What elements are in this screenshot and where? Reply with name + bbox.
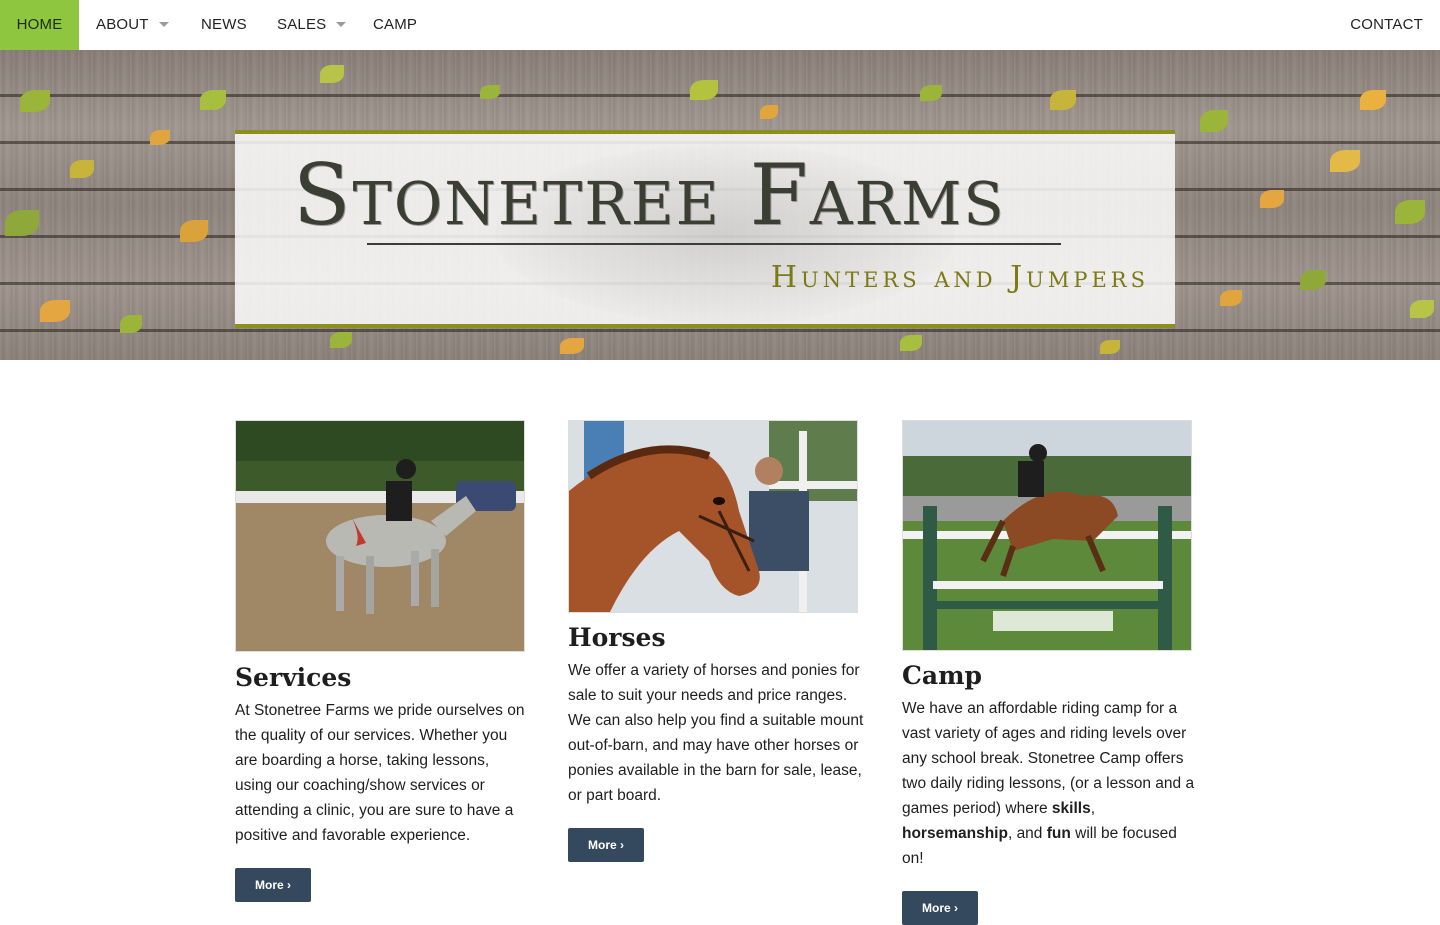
- leaf-decoration: [1050, 90, 1076, 110]
- horses-photo[interactable]: [568, 420, 858, 613]
- card-title: Services: [235, 663, 352, 692]
- top-navigation: HOME ABOUT NEWS SALES CAMP CONTACT: [0, 0, 1440, 50]
- leaf-decoration: [1260, 190, 1284, 208]
- card-description: We offer a variety of horses and ponies …: [568, 662, 864, 804]
- leaf-decoration: [1410, 300, 1434, 318]
- leaf-decoration: [330, 332, 352, 348]
- nav-about-label: ABOUT: [96, 16, 149, 33]
- logo-subtitle: Hunters and Jumpers: [770, 260, 1149, 295]
- leaf-decoration: [20, 90, 50, 112]
- nav-item-news[interactable]: NEWS: [201, 0, 247, 50]
- camp-photo[interactable]: [902, 420, 1192, 651]
- leaf-decoration: [920, 85, 942, 101]
- rider-on-grey-horse-image: [236, 421, 524, 651]
- leaf-decoration: [5, 210, 39, 236]
- logo-divider: [367, 243, 1061, 245]
- leaf-decoration: [1100, 340, 1120, 354]
- camp-text: ,: [1090, 800, 1096, 817]
- pony-jumping-fence-image: [903, 421, 1191, 650]
- card-description: At Stonetree Farms we pride ourselves on…: [235, 702, 525, 844]
- logo-title: Stonetree Farms: [293, 146, 1006, 244]
- nav-camp-label: CAMP: [373, 16, 418, 33]
- card-horses: Horses We offer a variety of horses and …: [568, 420, 868, 862]
- leaf-decoration: [180, 220, 208, 242]
- leaf-decoration: [40, 300, 70, 322]
- leaf-decoration: [1300, 270, 1326, 290]
- chestnut-horse-braided-mane-image: [569, 421, 857, 612]
- leaf-decoration: [690, 80, 718, 100]
- nav-item-sales[interactable]: SALES: [277, 0, 347, 50]
- camp-text: We have an affordable riding camp for a …: [902, 700, 1195, 817]
- nav-item-camp[interactable]: CAMP: [373, 0, 417, 50]
- services-more-button[interactable]: More ›: [235, 868, 311, 902]
- leaf-decoration: [560, 338, 584, 354]
- leaf-decoration: [900, 335, 922, 351]
- nav-item-contact[interactable]: CONTACT: [1350, 0, 1423, 50]
- nav-contact-label: CONTACT: [1350, 16, 1423, 33]
- nav-sales-label: SALES: [277, 16, 327, 33]
- nav-home-label: HOME: [16, 16, 63, 33]
- site-logo[interactable]: Stonetree Farms Hunters and Jumpers: [235, 130, 1175, 328]
- card-camp: Camp We have an affordable riding camp f…: [902, 420, 1202, 925]
- nav-news-label: NEWS: [201, 16, 247, 33]
- nav-item-about[interactable]: ABOUT: [96, 0, 169, 50]
- chevron-down-icon: [336, 21, 347, 27]
- leaf-decoration: [200, 90, 226, 110]
- leaf-decoration: [1360, 90, 1386, 110]
- camp-text-bold: skills: [1051, 800, 1091, 817]
- leaf-decoration: [150, 130, 170, 145]
- leaf-decoration: [1220, 290, 1242, 306]
- leaf-decoration: [1330, 150, 1360, 172]
- leaf-decoration: [120, 315, 142, 333]
- card-services: Services At Stonetree Farms we pride our…: [235, 420, 535, 902]
- horses-more-button[interactable]: More ›: [568, 828, 644, 862]
- card-description: We have an affordable riding camp for a …: [902, 696, 1202, 871]
- leaf-decoration: [1395, 200, 1425, 224]
- camp-text-bold: horsemanship: [902, 825, 1008, 842]
- card-title: Camp: [902, 661, 983, 690]
- services-photo[interactable]: [235, 420, 525, 652]
- hero-banner: Stonetree Farms Hunters and Jumpers: [0, 50, 1440, 360]
- nav-item-home[interactable]: HOME: [0, 0, 79, 50]
- leaf-decoration: [320, 65, 344, 83]
- camp-more-button[interactable]: More ›: [902, 891, 978, 925]
- leaf-decoration: [760, 105, 778, 119]
- camp-text: , and: [1007, 825, 1047, 842]
- leaf-decoration: [480, 85, 500, 99]
- camp-text-bold: fun: [1046, 825, 1071, 842]
- card-title: Horses: [568, 623, 666, 652]
- chevron-down-icon: [158, 21, 169, 27]
- leaf-decoration: [70, 160, 94, 178]
- leaf-decoration: [1200, 110, 1228, 132]
